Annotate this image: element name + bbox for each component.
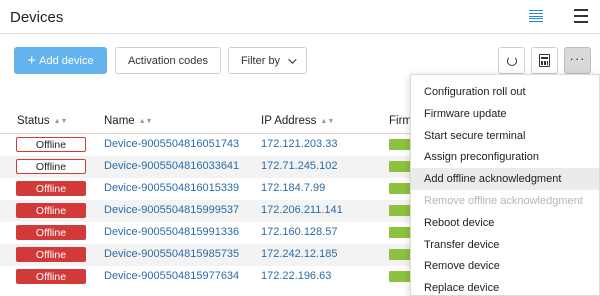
more-icon: ··· <box>569 50 586 66</box>
page-title: Devices <box>10 9 64 26</box>
ip-address-link[interactable]: 172.121.203.33 <box>261 138 337 150</box>
sort-icon: ▲▼ <box>53 118 68 125</box>
column-header-ip-label: IP Address <box>261 115 317 127</box>
device-name-link[interactable]: Device-9005504815999537 <box>104 204 239 216</box>
page-header: Devices <box>0 0 600 34</box>
refresh-icon <box>506 55 517 66</box>
chevron-down-icon <box>288 54 297 64</box>
column-header-ip[interactable]: IP Address ▲▼ <box>261 115 334 127</box>
status-badge: Offline <box>16 269 86 284</box>
column-header-name-label: Name <box>104 115 135 127</box>
filter-by-label: Filter by <box>240 54 281 67</box>
device-name-link[interactable]: Device-9005504815985735 <box>104 248 239 260</box>
more-actions-menu: Configuration roll out Firmware update Sta… <box>410 74 600 296</box>
device-name-link[interactable]: Device-9005504816015339 <box>104 182 239 194</box>
ip-address-link[interactable]: 172.71.245.102 <box>261 160 337 172</box>
column-header-firmware-label: Firm <box>389 115 412 127</box>
refresh-button[interactable] <box>498 47 525 74</box>
menu-item[interactable]: Configuration roll out <box>411 81 599 103</box>
menu-item[interactable]: Transfer device <box>411 234 599 256</box>
menu-item[interactable]: Reboot device <box>411 212 599 234</box>
column-header-status[interactable]: Status ▲▼ <box>17 115 67 127</box>
menu-item[interactable]: Start secure terminal <box>411 125 599 147</box>
calculator-icon <box>539 54 550 67</box>
calculator-button[interactable] <box>531 47 558 74</box>
filter-by-dropdown[interactable]: Filter by <box>228 47 307 74</box>
column-header-name[interactable]: Name ▲▼ <box>104 115 153 127</box>
ip-address-link[interactable]: 172.184.7.99 <box>261 182 325 194</box>
device-name-link[interactable]: Device-9005504815977634 <box>104 270 239 282</box>
activation-codes-label: Activation codes <box>127 54 209 67</box>
ip-address-link[interactable]: 172.242.12.185 <box>261 248 337 260</box>
status-badge: Offline <box>16 137 86 152</box>
list-view-icon[interactable] <box>529 10 543 22</box>
status-badge: Offline <box>16 159 86 174</box>
status-badge: Offline <box>16 181 86 196</box>
ip-address-link[interactable]: 172.160.128.57 <box>261 226 337 238</box>
device-name-link[interactable]: Device-9005504816051743 <box>104 138 239 150</box>
device-name-link[interactable]: Device-9005504815991336 <box>104 226 239 238</box>
activation-codes-button[interactable]: Activation codes <box>115 47 221 74</box>
add-device-label: Add device <box>39 54 94 67</box>
menu-item: Remove offline acknowledgment <box>424 195 583 207</box>
menu-item[interactable]: Assign preconfiguration <box>411 146 599 168</box>
sort-icon: ▲▼ <box>138 118 153 125</box>
more-actions-button[interactable]: ··· <box>564 47 591 74</box>
status-badge: Offline <box>16 247 86 262</box>
column-header-status-label: Status <box>17 115 50 127</box>
column-header-firmware[interactable]: Firm <box>389 115 412 127</box>
menu-item[interactable]: Remove device <box>411 255 599 277</box>
status-badge: Offline <box>16 225 86 240</box>
ip-address-link[interactable]: 172.22.196.63 <box>261 270 331 282</box>
plus-icon: + <box>27 52 37 69</box>
table-view-icon[interactable] <box>574 9 588 23</box>
add-device-button[interactable]: + Add device <box>14 47 107 74</box>
menu-item[interactable]: Firmware update <box>411 103 599 125</box>
ip-address-link[interactable]: 172.206.211.141 <box>261 204 343 216</box>
status-badge: Offline <box>16 203 86 218</box>
menu-item[interactable]: Replace device <box>411 277 599 296</box>
sort-icon: ▲▼ <box>320 118 335 125</box>
menu-item[interactable]: Add offline acknowledgment <box>411 168 599 191</box>
device-name-link[interactable]: Device-9005504816033641 <box>104 160 239 172</box>
